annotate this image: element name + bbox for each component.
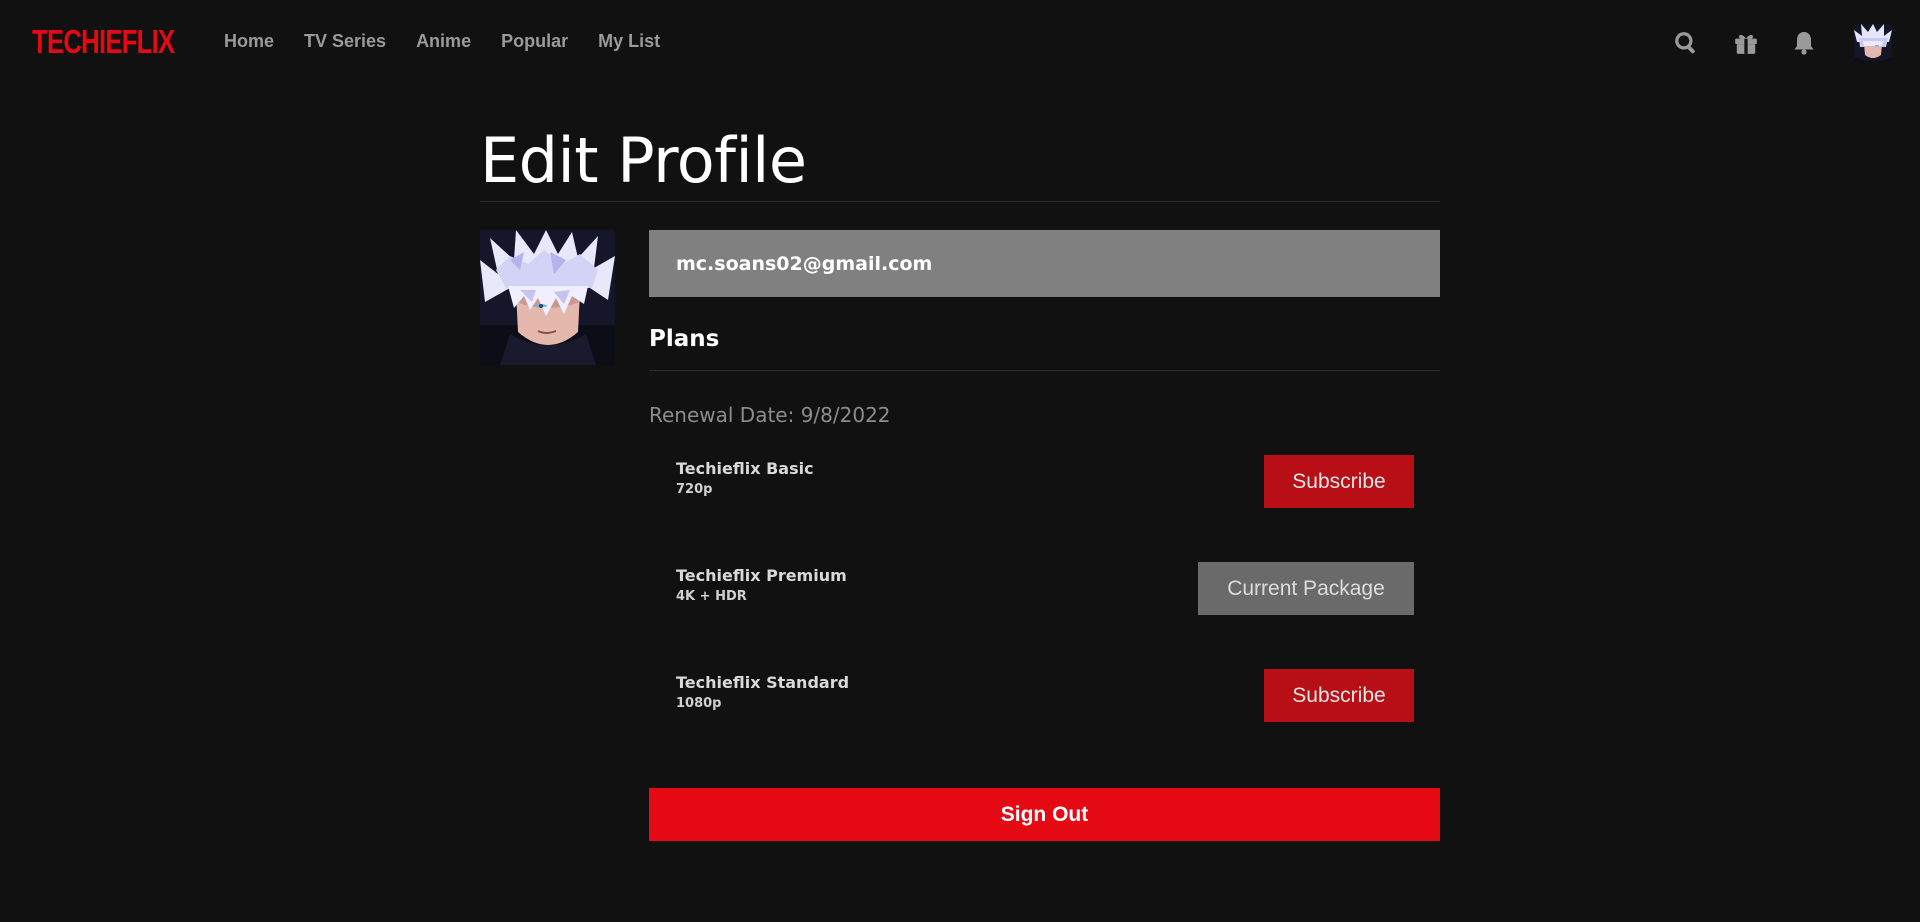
plan-premium: Techieflix Premium 4K + HDR Current Pack… <box>676 562 1414 615</box>
renewal-date: Renewal Date: 9/8/2022 <box>649 403 891 427</box>
plans-heading: Plans <box>649 326 720 352</box>
plan-resolution: 4K + HDR <box>676 589 747 604</box>
plan-name: Techieflix Premium <box>676 566 847 585</box>
plan-name: Techieflix Basic <box>676 459 814 478</box>
nav-link-tv-series[interactable]: TV Series <box>304 31 386 52</box>
nav-link-home[interactable]: Home <box>224 31 274 52</box>
nav-link-anime[interactable]: Anime <box>416 31 471 52</box>
user-avatar[interactable] <box>1854 24 1892 62</box>
nav-links: Home TV Series Anime Popular My List <box>224 31 660 52</box>
brand-logo[interactable]: TECHIEFLIX <box>32 23 175 61</box>
search-icon[interactable] <box>1670 24 1702 62</box>
plan-name: Techieflix Standard <box>676 673 850 692</box>
profile-details: mc.soans02@gmail.com Plans Renewal Date:… <box>649 230 1440 841</box>
subscribe-standard-button[interactable]: Subscribe <box>1264 669 1414 722</box>
top-nav: TECHIEFLIX Home TV Series Anime Popular … <box>0 0 1920 88</box>
plan-basic: Techieflix Basic 720p Subscribe <box>676 455 1414 508</box>
email-display: mc.soans02@gmail.com <box>649 230 1440 297</box>
sign-out-button[interactable]: Sign Out <box>649 788 1440 841</box>
plans-divider <box>649 370 1440 371</box>
profile-avatar <box>480 230 615 365</box>
nav-link-popular[interactable]: Popular <box>501 31 568 52</box>
plan-resolution: 1080p <box>676 696 722 711</box>
nav-icons <box>1670 24 1892 62</box>
plan-standard: Techieflix Standard 1080p Subscribe <box>676 669 1414 722</box>
title-divider <box>480 201 1440 202</box>
page-title: Edit Profile <box>480 124 807 197</box>
plan-resolution: 720p <box>676 482 713 497</box>
subscribe-basic-button[interactable]: Subscribe <box>1264 455 1414 508</box>
current-package-button[interactable]: Current Package <box>1198 562 1414 615</box>
nav-link-my-list[interactable]: My List <box>598 31 660 52</box>
bell-icon[interactable] <box>1788 24 1820 62</box>
gift-icon[interactable] <box>1730 24 1762 62</box>
